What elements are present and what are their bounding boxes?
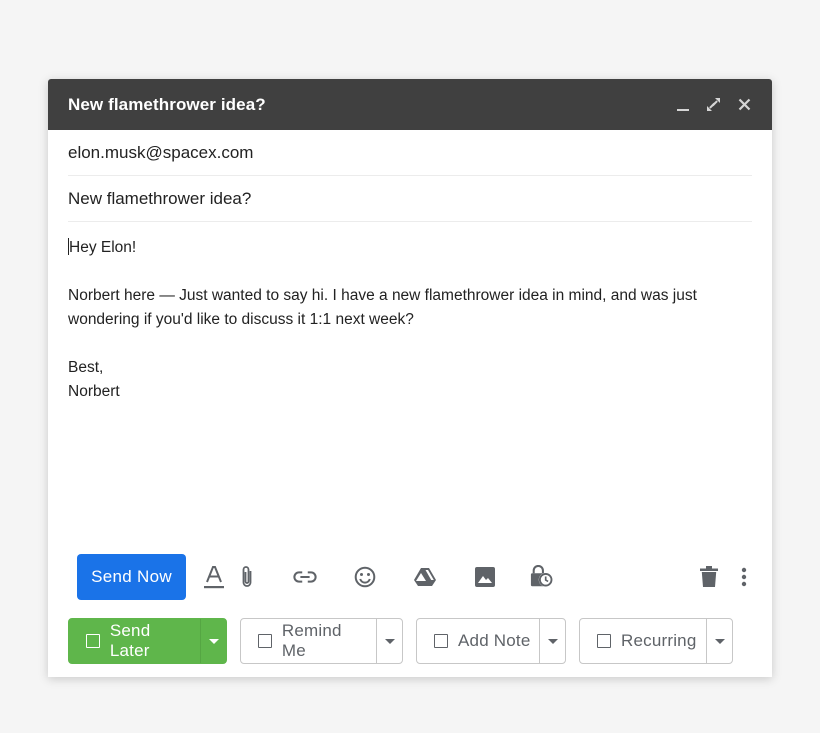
trash-icon[interactable] xyxy=(697,565,721,589)
body-greeting: Hey Elon! xyxy=(69,239,137,256)
remind-me-checkbox[interactable] xyxy=(258,634,272,648)
recurring-button[interactable]: Recurring xyxy=(580,619,706,663)
recurring-checkbox[interactable] xyxy=(597,634,611,648)
window-title: New flamethrower idea? xyxy=(68,94,266,114)
compose-toolbar: Send Now xyxy=(77,554,754,600)
more-vert-icon[interactable] xyxy=(732,565,756,589)
chevron-down-icon xyxy=(208,638,219,644)
remind-me-split-button: Remind Me xyxy=(240,618,403,664)
body-paragraph: Norbert here — Just wanted to say hi. I … xyxy=(68,287,697,328)
body-signature: Norbert xyxy=(68,383,120,400)
add-note-label: Add Note xyxy=(458,631,531,650)
remind-me-label: Remind Me xyxy=(281,621,342,660)
remind-me-button[interactable]: Remind Me xyxy=(241,619,376,663)
close-icon[interactable] xyxy=(735,95,754,114)
send-later-split-button: Send Later xyxy=(68,618,227,664)
compose-titlebar[interactable]: New flamethrower idea? xyxy=(48,79,772,130)
send-later-checkbox[interactable] xyxy=(86,634,100,648)
add-note-checkbox[interactable] xyxy=(434,634,448,648)
recurring-label: Recurring xyxy=(621,631,697,650)
link-icon[interactable] xyxy=(293,565,317,589)
remind-me-dropdown[interactable] xyxy=(376,619,402,663)
send-now-button[interactable]: Send Now xyxy=(77,554,186,600)
add-note-split-button: Add Note xyxy=(416,618,566,664)
to-field[interactable]: elon.musk@spacex.com xyxy=(68,130,752,176)
send-later-label: Send Later xyxy=(109,621,151,660)
schedule-lock-icon[interactable] xyxy=(530,565,554,589)
add-note-dropdown[interactable] xyxy=(539,619,565,663)
chevron-down-icon xyxy=(547,638,558,644)
send-later-dropdown[interactable] xyxy=(200,619,226,663)
recurring-dropdown[interactable] xyxy=(706,619,732,663)
window-controls xyxy=(673,95,754,114)
body-closing: Best, xyxy=(68,359,104,376)
add-note-button[interactable]: Add Note xyxy=(417,619,539,663)
emoji-icon[interactable] xyxy=(353,565,377,589)
scheduling-actions: Send Later Remind Me Add Note Recurring xyxy=(68,618,733,664)
compose-window: New flamethrower idea? elon.musk@spacex.… xyxy=(48,79,772,677)
drive-icon[interactable] xyxy=(413,565,437,589)
expand-icon[interactable] xyxy=(704,95,723,114)
chevron-down-icon xyxy=(384,638,395,644)
attach-icon[interactable] xyxy=(235,565,259,589)
chevron-down-icon xyxy=(714,638,725,644)
message-body[interactable]: Hey Elon! Norbert here — Just wanted to … xyxy=(68,222,752,404)
format-text-icon[interactable] xyxy=(202,565,226,589)
recurring-split-button: Recurring xyxy=(579,618,733,664)
subject-field[interactable]: New flamethrower idea? xyxy=(68,176,752,222)
photo-icon[interactable] xyxy=(473,565,497,589)
send-later-button[interactable]: Send Later xyxy=(69,619,200,663)
minimize-icon[interactable] xyxy=(673,95,692,114)
